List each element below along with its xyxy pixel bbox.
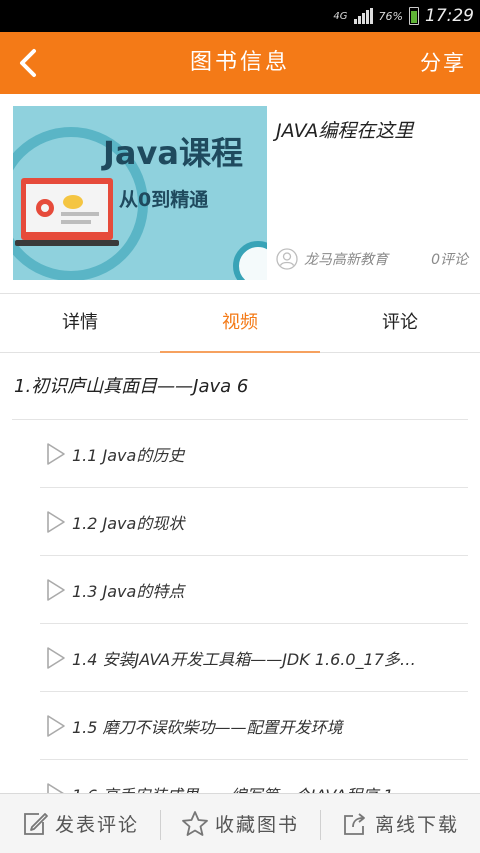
page-title: 图书信息 xyxy=(189,50,290,75)
tab-comments[interactable]: 评论 xyxy=(320,295,480,352)
offline-download-button[interactable]: 离线下载 xyxy=(320,794,480,853)
cover-illustration: Java课程 从0到精通 xyxy=(13,106,267,280)
lesson-title: 1.4 安装JAVA开发工具箱——JDK 1.6.0_17多… xyxy=(72,650,416,669)
tab-bar: 详情 视频 评论 xyxy=(0,295,480,353)
bottom-action-bar: 发表评论 收藏图书 离线下载 xyxy=(0,793,480,853)
lesson-item[interactable]: 1.5 磨刀不误砍柴功——配置开发环境 xyxy=(0,692,480,760)
battery-icon xyxy=(409,7,419,25)
download-share-icon xyxy=(344,812,365,835)
tab-video[interactable]: 视频 xyxy=(160,295,320,353)
lesson-title: 1.5 磨刀不误砍柴功——配置开发环境 xyxy=(72,718,343,737)
lesson-list[interactable]: 1.1 Java的历史 1.2 Java的现状 1.3 Java的特点 1.4 … xyxy=(0,420,480,793)
favorite-book-label: 收藏图书 xyxy=(214,814,299,836)
status-icons: 4G 76% 17:29 xyxy=(333,0,474,32)
book-cover[interactable]: Java课程 从0到精通 xyxy=(13,106,267,280)
battery-percent: 76% xyxy=(378,9,403,23)
star-icon xyxy=(182,810,208,836)
network-type: 4G xyxy=(333,10,348,22)
status-bar: 4G 76% 17:29 xyxy=(0,0,480,32)
play-icon xyxy=(47,443,65,465)
author-name: 龙马高新教育 xyxy=(304,252,388,268)
play-icon xyxy=(47,511,65,533)
lesson-title: 1.3 Java的特点 xyxy=(72,582,185,601)
chapter-header[interactable]: 1.初识庐山真面目——Java 6 xyxy=(0,354,480,420)
tab-details[interactable]: 详情 xyxy=(0,295,160,352)
chapter-title: 1.初识庐山真面目——Java 6 xyxy=(14,376,249,397)
play-icon xyxy=(47,715,65,737)
edit-icon xyxy=(24,812,48,835)
cover-title: Java课程 xyxy=(101,134,243,172)
play-icon xyxy=(47,783,64,793)
author-row: 龙马高新教育 0评论 xyxy=(276,244,468,274)
back-arrow-icon xyxy=(20,49,36,77)
share-button[interactable]: 分享 xyxy=(420,32,466,94)
lesson-title: 1.2 Java的现状 xyxy=(72,514,185,533)
lesson-item[interactable]: 1.1 Java的历史 xyxy=(0,420,480,488)
lesson-title: 1.6 高手安装成果——编写第一个JAVA程序 1 xyxy=(72,782,466,793)
lesson-item[interactable]: 1.4 安装JAVA开发工具箱——JDK 1.6.0_17多… xyxy=(0,624,480,692)
app-bar: 图书信息 分享 xyxy=(0,32,480,94)
book-header: Java课程 从0到精通 JAVA编程在这里 龙马高新教育 0评论 xyxy=(0,94,480,294)
post-comment-label: 发表评论 xyxy=(54,814,139,836)
play-icon xyxy=(47,579,65,601)
cover-subtitle: 从0到精通 xyxy=(119,188,209,211)
offline-download-label: 离线下载 xyxy=(374,814,459,836)
avatar-icon xyxy=(276,248,298,270)
signal-icon xyxy=(353,8,373,24)
favorite-book-button[interactable]: 收藏图书 xyxy=(160,794,320,853)
lesson-item[interactable]: 1.2 Java的现状 xyxy=(0,488,480,556)
back-button[interactable] xyxy=(6,40,50,86)
lesson-item[interactable]: 1.6 高手安装成果——编写第一个JAVA程序 1 xyxy=(0,760,480,793)
play-icon xyxy=(47,647,65,669)
book-title: JAVA编程在这里 xyxy=(276,120,414,142)
clock: 17:29 xyxy=(425,6,474,26)
lesson-item[interactable]: 1.3 Java的特点 xyxy=(0,556,480,624)
comment-count: 0评论 xyxy=(431,252,468,268)
post-comment-button[interactable]: 发表评论 xyxy=(0,794,160,853)
lesson-title: 1.1 Java的历史 xyxy=(72,446,185,465)
